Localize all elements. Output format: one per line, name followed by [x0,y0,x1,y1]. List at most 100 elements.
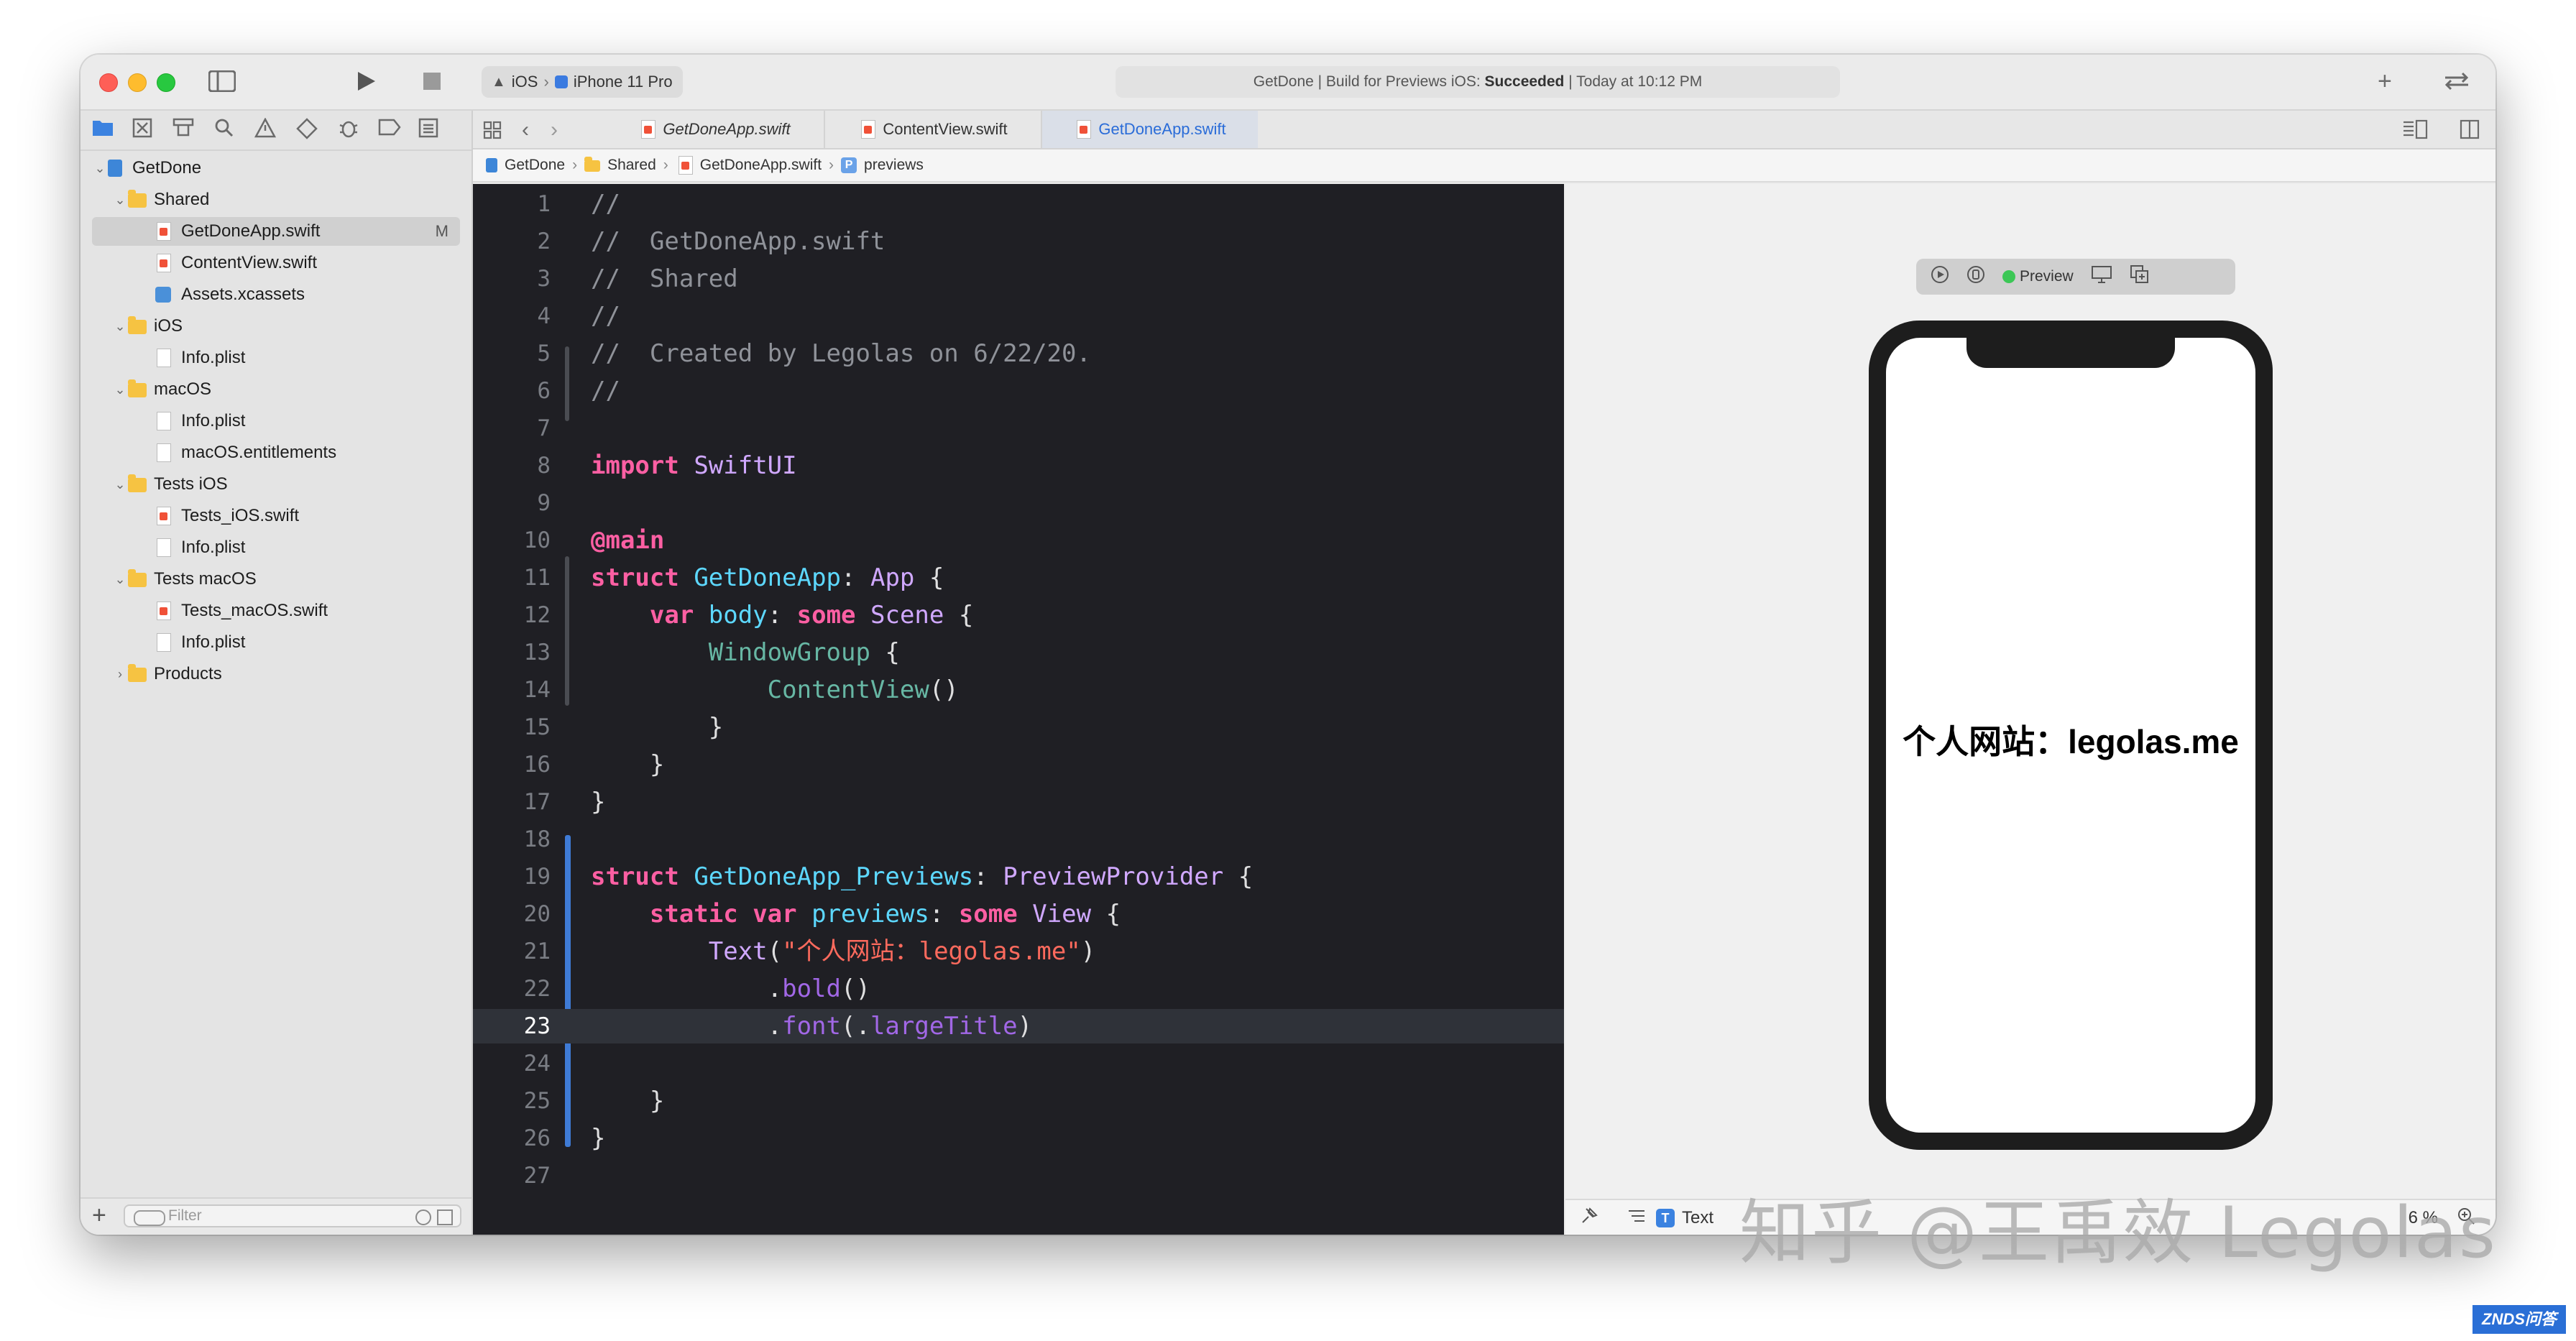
code-line[interactable]: 14 ContentView() [473,673,1564,707]
tab-contentview[interactable]: ContentView.swift [824,111,1041,148]
code-line[interactable]: 5 // Created by Legolas on 6/22/20. [473,336,1564,371]
chevron-down-icon[interactable]: ⌄ [112,572,128,587]
tree-item-ios-info-plist[interactable]: Info.plist [92,344,460,372]
tree-item-getdone[interactable]: ⌄ GetDone [92,154,460,183]
device-preview-icon[interactable] [1966,265,1985,288]
code-line[interactable]: 17} [473,785,1564,819]
sidebar-toggle-icon[interactable] [208,70,236,96]
chevron-down-icon[interactable]: ⌄ [112,319,128,334]
chevron-down-icon[interactable]: ⌄ [112,477,128,492]
library-add-button[interactable]: + [2378,69,2392,93]
tab-getdoneapp-active[interactable]: GetDoneApp.swift [1041,111,1258,148]
project-icon [108,160,122,177]
breadcrumb-project[interactable]: GetDone [505,157,565,174]
add-editor-icon[interactable] [2460,119,2480,143]
code-line[interactable]: 9 [473,486,1564,520]
code-review-icon[interactable] [2442,70,2471,96]
source-control-filter-icon[interactable] [437,1209,453,1225]
code-line[interactable]: 22 .bold() [473,972,1564,1006]
line-number: 10 [523,527,551,553]
inspect-preview-icon[interactable] [2091,265,2112,288]
breadcrumb-folder[interactable]: Shared [607,157,656,174]
code-line[interactable]: 23 .font(.largeTitle) [473,1009,1564,1043]
tree-item-macos-info-plist[interactable]: Info.plist [92,407,460,436]
tree-item-tests-macos[interactable]: ⌄ Tests macOS [92,565,460,594]
tab-getdoneapp-preview[interactable]: GetDoneApp.swift [607,111,822,148]
back-arrow-icon[interactable]: ‹ [522,118,529,142]
hierarchy-icon[interactable] [1627,1208,1646,1229]
code-line[interactable]: 20 static var previews: some View { [473,897,1564,931]
iphone-screen[interactable]: 个人网站：legolas.me [1886,338,2255,1133]
tree-item-macos[interactable]: ⌄ macOS [92,375,460,404]
code-line[interactable]: 21 Text("个人网站：legolas.me") [473,934,1564,969]
code-text: // [591,377,620,405]
code-line[interactable]: 1 // [473,187,1564,221]
code-line[interactable]: 8 import SwiftUI [473,448,1564,483]
report-icon[interactable] [418,118,438,143]
tree-item-shared[interactable]: ⌄ Shared [92,185,460,214]
code-line[interactable]: 6 // [473,374,1564,408]
chevron-down-icon[interactable]: ⌄ [112,193,128,208]
entitlements-file-icon [157,443,171,462]
selected-view-label[interactable]: Text [1682,1208,1714,1228]
scheme-selector[interactable]: ▲ iOS › iPhone 11 Pro [482,66,683,98]
grid-icon[interactable] [483,121,502,143]
symbol-icon[interactable] [172,118,194,143]
breakpoint-icon[interactable] [378,118,401,141]
filter-field[interactable]: Filter [124,1204,461,1227]
source-control-icon[interactable] [132,118,152,143]
code-line[interactable]: 16 } [473,747,1564,782]
tree-item-contentview-swift[interactable]: ContentView.swift [92,249,460,277]
tree-item-tests-ios[interactable]: ⌄ Tests iOS [92,470,460,499]
debug-icon[interactable] [338,118,359,143]
code-line[interactable]: 15 } [473,710,1564,745]
code-line[interactable]: 12 var body: some Scene { [473,598,1564,632]
code-line[interactable]: 24 [473,1046,1564,1081]
tree-item-tests-macos-info-plist[interactable]: Info.plist [92,628,460,657]
folder-icon[interactable] [92,118,114,142]
stop-button[interactable] [423,72,441,95]
preview-text[interactable]: 个人网站：legolas.me [1886,716,2255,763]
live-preview-icon[interactable] [1931,265,1949,288]
tree-item-ios[interactable]: ⌄ iOS [92,312,460,341]
chevron-right-icon[interactable]: › [112,667,128,682]
chevron-down-icon[interactable]: ⌄ [92,161,108,176]
code-line[interactable]: 18 [473,822,1564,857]
tree-item-products[interactable]: › Products [92,660,460,688]
code-line[interactable]: 13 WindowGroup { [473,635,1564,670]
code-line[interactable]: 4 // [473,299,1564,333]
code-line[interactable]: 10 @main [473,523,1564,558]
code-line[interactable]: 2 // GetDoneApp.swift [473,224,1564,259]
breadcrumb-symbol[interactable]: previews [864,157,924,174]
code-line[interactable]: 7 [473,411,1564,446]
editor-options-icon[interactable] [2402,119,2428,143]
close-window-button[interactable] [99,73,118,92]
add-file-button[interactable]: + [92,1202,106,1230]
breadcrumb-file[interactable]: GetDoneApp.swift [700,157,822,174]
code-line[interactable]: 27 [473,1158,1564,1193]
run-button[interactable] [355,70,377,96]
minimize-window-button[interactable] [128,73,147,92]
pin-icon[interactable] [1580,1207,1598,1230]
source-editor[interactable]: 1 // 2 // GetDoneApp.swift 3 // Shared 4 // 5 // … [473,184,1564,1235]
tree-item-tests-ios-info-plist[interactable]: Info.plist [92,533,460,562]
zoom-window-button[interactable] [157,73,175,92]
tree-item-macos-entitlements[interactable]: macOS.entitlements [92,438,460,467]
recent-files-icon[interactable] [415,1209,431,1225]
code-line[interactable]: 26} [473,1121,1564,1156]
test-icon[interactable] [296,118,318,144]
code-text: @main [591,526,665,555]
chevron-down-icon[interactable]: ⌄ [112,382,128,397]
tree-item-tests-macos-swift[interactable]: Tests_macOS.swift [92,596,460,625]
forward-arrow-icon[interactable]: › [551,118,558,142]
tree-item-getdoneapp-swift[interactable]: GetDoneApp.swift M [92,217,460,246]
code-line[interactable]: 19 struct GetDoneApp_Previews: PreviewPro… [473,860,1564,894]
duplicate-preview-icon[interactable] [2130,264,2150,289]
tree-item-assets[interactable]: Assets.xcassets [92,280,460,309]
search-icon[interactable] [214,118,234,143]
issue-icon[interactable] [254,117,277,143]
code-line[interactable]: 25 } [473,1084,1564,1118]
code-line[interactable]: 11 struct GetDoneApp: App { [473,561,1564,595]
code-line[interactable]: 3 // Shared [473,262,1564,296]
tree-item-tests-ios-swift[interactable]: Tests_iOS.swift [92,502,460,530]
